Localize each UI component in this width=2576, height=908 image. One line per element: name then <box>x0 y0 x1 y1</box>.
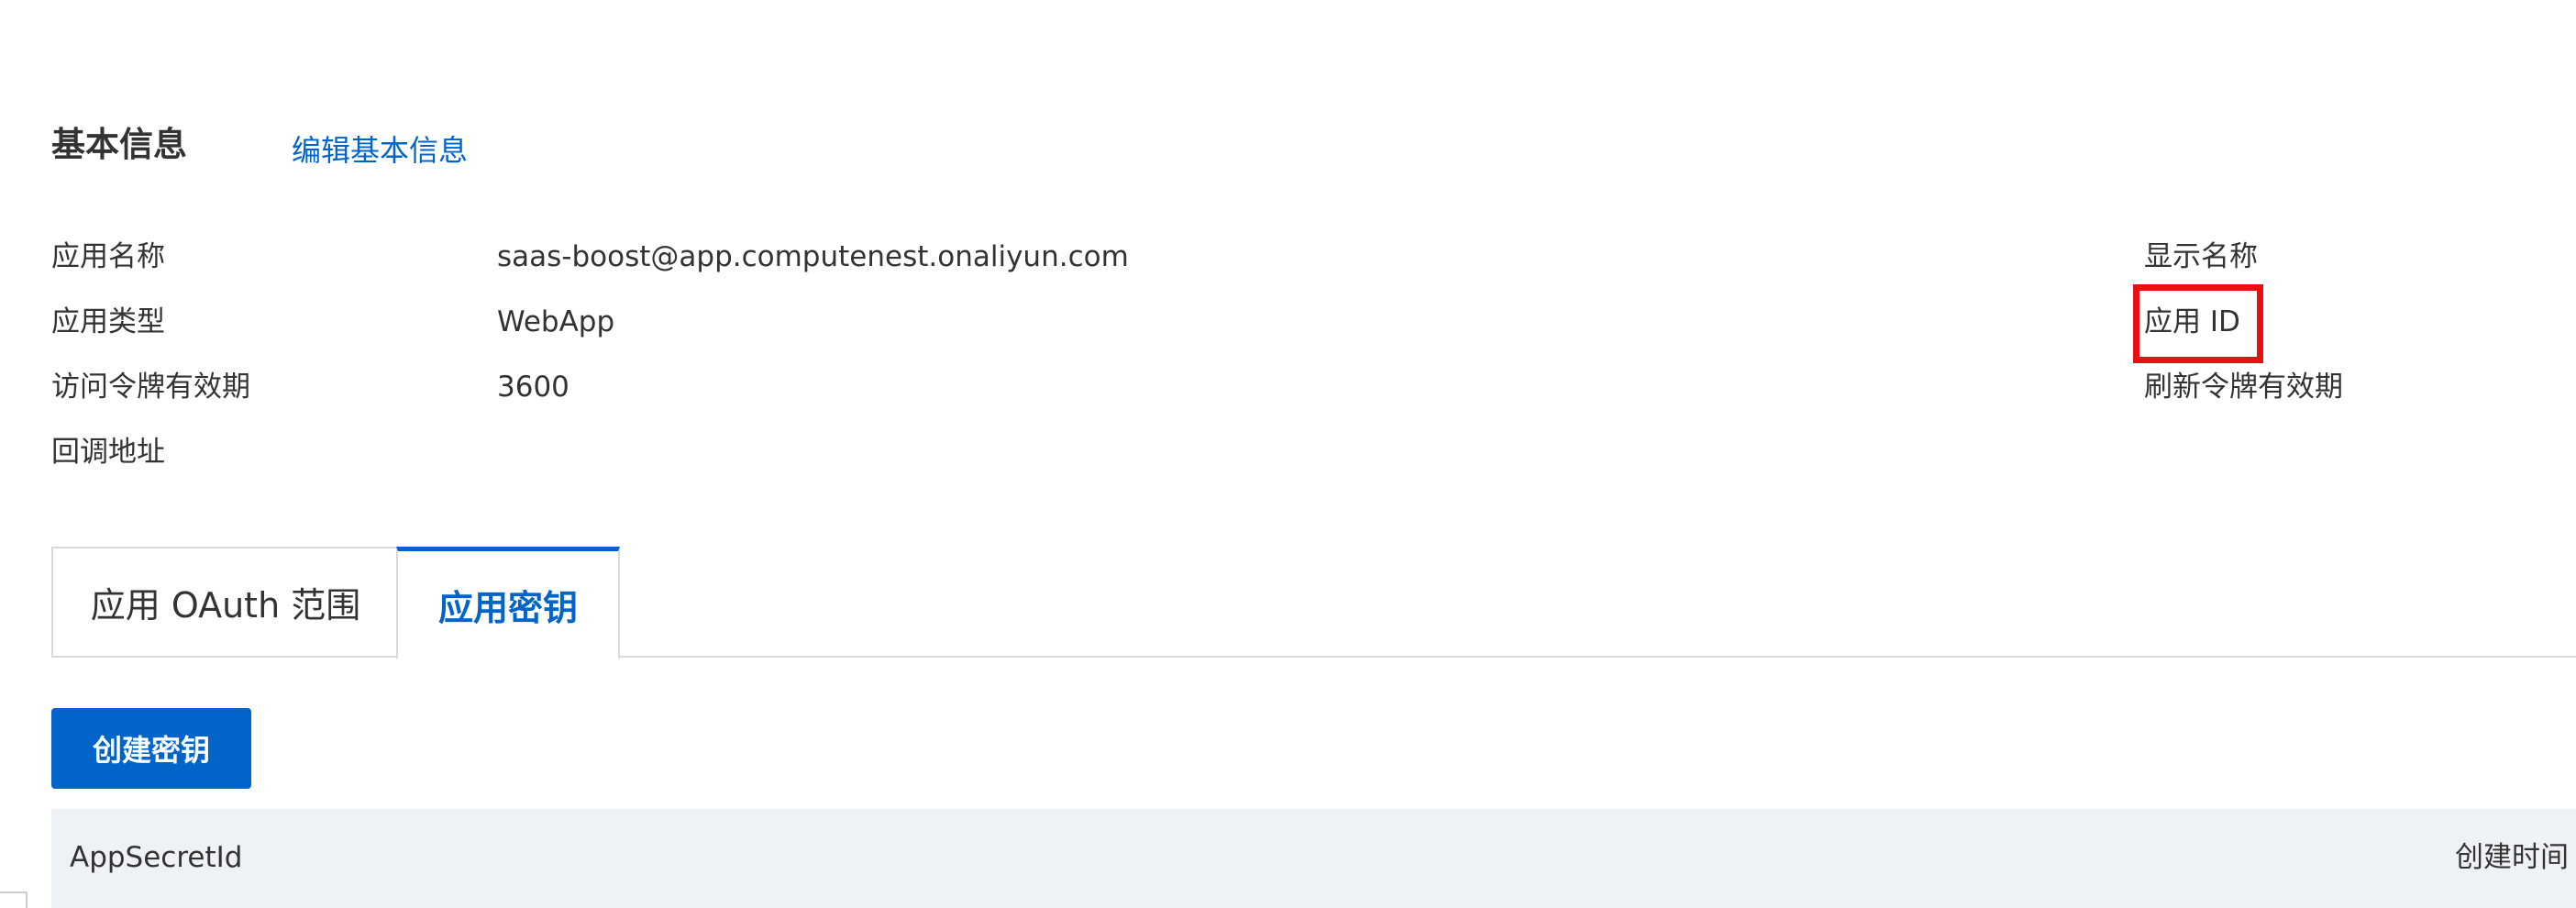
field-label-app-type: 应用类型 <box>51 305 165 338</box>
secrets-table-header: AppSecretId 创建时间 <box>51 809 2576 908</box>
app-id-highlight-box <box>2133 284 2263 363</box>
tab-label: 应用 OAuth 范围 <box>90 585 361 626</box>
tab-app-secret[interactable]: 应用密钥 <box>396 547 620 659</box>
section-title-basic-info: 基本信息 <box>51 125 187 164</box>
tab-oauth-scope[interactable]: 应用 OAuth 范围 <box>51 547 398 658</box>
field-value-access-token-ttl: 3600 <box>497 371 569 404</box>
edit-basic-info-link[interactable]: 编辑基本信息 <box>292 127 468 174</box>
field-label-access-token-ttl: 访问令牌有效期 <box>51 371 250 404</box>
field-label-refresh-token-ttl: 刷新令牌有效期 <box>2144 371 2343 404</box>
app-detail-page: 基本信息 编辑基本信息 应用名称 saas-boost@app.computen… <box>0 0 2576 908</box>
field-label-app-name: 应用名称 <box>51 240 165 273</box>
column-header-created-time[interactable]: 创建时间 <box>2455 809 2569 906</box>
field-label-callback-url: 回调地址 <box>51 436 165 469</box>
field-value-app-type: WebApp <box>497 305 615 338</box>
tab-label: 应用密钥 <box>437 587 578 628</box>
field-label-display-name: 显示名称 <box>2144 240 2258 273</box>
create-secret-button[interactable]: 创建密钥 <box>51 708 251 789</box>
edge-divider <box>0 891 28 908</box>
field-value-app-name: saas-boost@app.computenest.onaliyun.com <box>497 240 1129 273</box>
column-header-app-secret-id[interactable]: AppSecretId <box>70 809 242 906</box>
